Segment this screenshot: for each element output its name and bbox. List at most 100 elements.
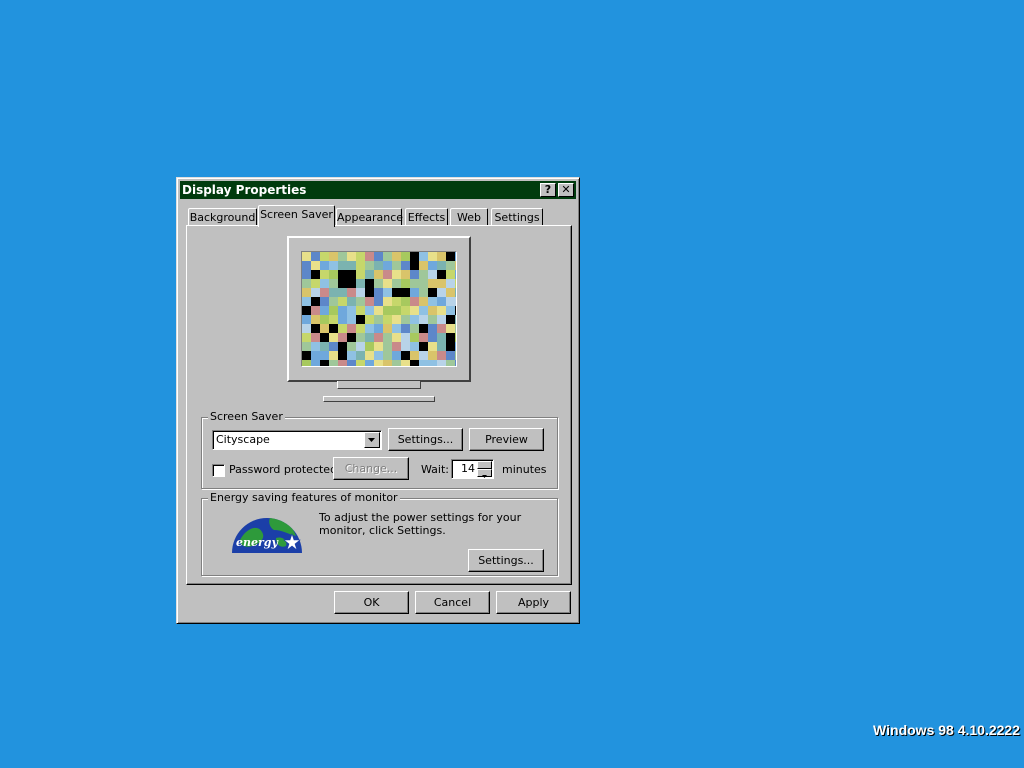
mosaic-tile — [338, 270, 347, 279]
mosaic-tile — [311, 279, 320, 288]
monitor-preview — [287, 236, 471, 382]
mosaic-tile — [383, 252, 392, 261]
mosaic-tile — [329, 297, 338, 306]
mosaic-tile — [455, 333, 456, 342]
mosaic-tile — [455, 351, 456, 360]
energy-logo-text: energy — [236, 536, 279, 549]
mosaic-tile — [410, 288, 419, 297]
mosaic-tile — [437, 324, 446, 333]
mosaic-tile — [446, 297, 455, 306]
mosaic-tile — [365, 360, 374, 366]
mosaic-tile — [383, 351, 392, 360]
mosaic-tile — [392, 261, 401, 270]
mosaic-tile — [320, 297, 329, 306]
screen-saver-settings-button[interactable]: Settings... — [388, 428, 463, 451]
apply-button[interactable]: Apply — [496, 591, 571, 614]
mosaic-tile — [347, 315, 356, 324]
mosaic-tile — [383, 324, 392, 333]
mosaic-tile — [446, 315, 455, 324]
mosaic-tile — [428, 342, 437, 351]
mosaic-tile — [329, 306, 338, 315]
mosaic-tile — [455, 297, 456, 306]
mosaic-tile — [338, 252, 347, 261]
mosaic-tile — [401, 252, 410, 261]
mosaic-tile — [347, 324, 356, 333]
mosaic-tile — [365, 342, 374, 351]
mosaic-tile — [410, 315, 419, 324]
mosaic-tile — [338, 333, 347, 342]
mosaic-tile — [437, 333, 446, 342]
tab-screen-saver[interactable]: Screen Saver — [258, 205, 335, 227]
mosaic-tile — [374, 270, 383, 279]
monitor-screen — [301, 251, 457, 367]
chevron-down-icon — [368, 438, 375, 442]
energy-settings-button[interactable]: Settings... — [468, 549, 544, 572]
help-button[interactable]: ? — [540, 183, 556, 197]
mosaic-tile — [338, 297, 347, 306]
mosaic-tile — [311, 342, 320, 351]
mosaic-tile — [437, 279, 446, 288]
mosaic-tile — [320, 270, 329, 279]
mosaic-tile — [302, 315, 311, 324]
mosaic-tile — [320, 279, 329, 288]
mosaic-tile — [419, 288, 428, 297]
mosaic-tile — [455, 252, 456, 261]
mosaic-tile — [365, 351, 374, 360]
title-bar[interactable]: Display Properties ? ✕ — [180, 181, 576, 199]
mosaic-tile — [410, 297, 419, 306]
mosaic-tile — [428, 351, 437, 360]
mosaic-tile — [428, 252, 437, 261]
mosaic-tile — [401, 306, 410, 315]
mosaic-tile — [446, 351, 455, 360]
mosaic-tile — [347, 360, 356, 366]
mosaic-tile — [356, 279, 365, 288]
mosaic-tile — [338, 279, 347, 288]
mosaic-tile — [392, 360, 401, 366]
dropdown-button[interactable] — [364, 432, 380, 448]
mosaic-tile — [356, 261, 365, 270]
ok-button[interactable]: OK — [334, 591, 409, 614]
arrow-down-icon — [482, 475, 487, 478]
password-label[interactable]: Password protected — [229, 463, 337, 476]
mosaic-tile — [410, 360, 419, 366]
mosaic-tile — [347, 342, 356, 351]
screen-saver-select[interactable]: Cityscape — [212, 430, 382, 450]
energy-group: Energy saving features of monitor energy… — [201, 491, 558, 576]
cancel-button[interactable]: Cancel — [415, 591, 490, 614]
mosaic-tile — [374, 351, 383, 360]
mosaic-tile — [374, 297, 383, 306]
spin-up-button[interactable] — [477, 461, 492, 471]
mosaic-tile — [437, 261, 446, 270]
mosaic-tile — [365, 270, 374, 279]
energy-group-label: Energy saving features of monitor — [208, 491, 400, 504]
spin-down-button[interactable] — [477, 469, 492, 478]
mosaic-tile — [437, 315, 446, 324]
apply-label: Apply — [517, 596, 550, 609]
mosaic-tile — [356, 315, 365, 324]
mosaic-tile — [302, 351, 311, 360]
mosaic-tile — [347, 297, 356, 306]
wait-minutes-spinner[interactable]: 14 — [451, 459, 494, 479]
mosaic-tile — [410, 324, 419, 333]
mosaic-tile — [437, 270, 446, 279]
mosaic-tile — [410, 261, 419, 270]
screen-saver-select-value: Cityscape — [216, 433, 270, 446]
mosaic-tile — [302, 252, 311, 261]
mosaic-tile — [419, 270, 428, 279]
mosaic-tile — [428, 315, 437, 324]
mosaic-tile — [347, 261, 356, 270]
mosaic-tile — [320, 342, 329, 351]
mosaic-tile — [374, 315, 383, 324]
mosaic-tile — [347, 279, 356, 288]
preview-button[interactable]: Preview — [469, 428, 544, 451]
close-button[interactable]: ✕ — [558, 183, 574, 197]
wait-value: 14 — [461, 462, 475, 475]
mosaic-tile — [392, 315, 401, 324]
password-checkbox[interactable] — [212, 464, 225, 477]
screen-saver-settings-label: Settings... — [397, 433, 454, 446]
mosaic-tile — [437, 288, 446, 297]
mosaic-tile — [410, 333, 419, 342]
mosaic-tile — [455, 261, 456, 270]
mosaic-tile — [356, 306, 365, 315]
mosaic-tile — [437, 252, 446, 261]
